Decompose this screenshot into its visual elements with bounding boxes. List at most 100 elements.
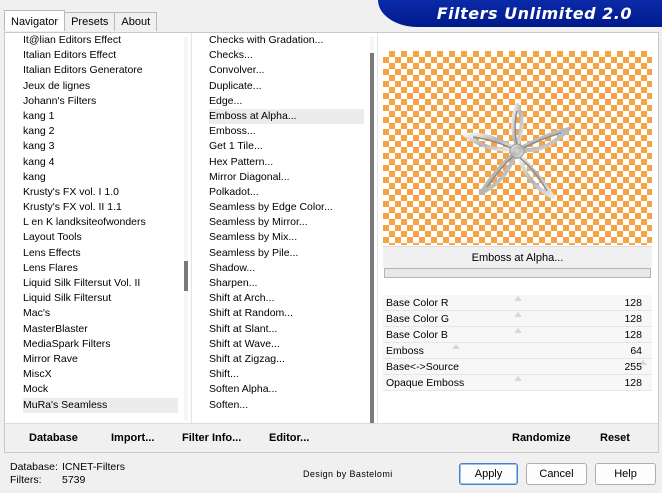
filter-scrollbar[interactable]	[370, 37, 374, 423]
filter-item[interactable]: Seamless by Pile...	[209, 246, 364, 261]
filter-item[interactable]: Edge...	[209, 94, 364, 109]
category-item[interactable]: MasterBlaster	[23, 322, 178, 337]
filter-item[interactable]: Checks with Gradation...	[209, 33, 364, 48]
filters-label: Filters:	[10, 474, 42, 486]
tab-presets[interactable]: Presets	[64, 12, 116, 31]
category-item[interactable]: Lens Effects	[23, 246, 178, 261]
filter-info-button[interactable]: Filter Info...	[182, 432, 241, 444]
filter-item[interactable]: Convolver...	[209, 63, 364, 78]
category-item[interactable]: L en K landksiteofwonders	[23, 215, 178, 230]
category-item[interactable]: Krusty's FX vol. I 1.0	[23, 185, 178, 200]
filter-item[interactable]: Soften...	[209, 398, 364, 413]
filter-item[interactable]: Seamless by Mirror...	[209, 215, 364, 230]
category-item[interactable]: Liquid Silk Filtersut	[23, 291, 178, 306]
parameter-value: 64	[630, 345, 642, 357]
list-divider-2	[377, 33, 378, 423]
reset-button[interactable]: Reset	[600, 432, 630, 444]
status-info: Database: ICNET-Filters Filters: 5739	[10, 461, 125, 487]
category-item[interactable]: kang 1	[23, 109, 178, 124]
slider-marker-icon[interactable]	[451, 344, 460, 349]
import-button[interactable]: Import...	[111, 432, 154, 444]
editor-button[interactable]: Editor...	[269, 432, 309, 444]
bottom-toolbar: Database Import... Filter Info... Editor…	[5, 423, 658, 452]
filter-item[interactable]: Seamless by Mix...	[209, 230, 364, 245]
randomize-button[interactable]: Randomize	[512, 432, 571, 444]
parameter-row[interactable]: Base<->Source 255	[383, 359, 652, 375]
category-item[interactable]: Mock	[23, 382, 178, 397]
category-item[interactable]: MediaSpark Filters	[23, 337, 178, 352]
filter-item[interactable]: Shadow...	[209, 261, 364, 276]
filters-count: 5739	[62, 474, 86, 486]
category-item[interactable]: Italian Editors Effect	[23, 48, 178, 63]
filter-item[interactable]: Shift at Arch...	[209, 291, 364, 306]
filter-item[interactable]: Emboss...	[209, 124, 364, 139]
category-item[interactable]: It@lian Editors Effect	[23, 33, 178, 48]
parameter-label: Base Color G	[386, 313, 450, 325]
tab-navigator[interactable]: Navigator	[4, 10, 66, 31]
category-list[interactable]: It@lian Editors Effect Italian Editors Ef…	[23, 33, 178, 421]
filter-item[interactable]: Shift at Wave...	[209, 337, 364, 352]
category-item[interactable]: kang 3	[23, 139, 178, 154]
filter-item[interactable]: Get 1 Tile...	[209, 139, 364, 154]
database-button[interactable]: Database	[29, 432, 78, 444]
category-item[interactable]: Italian Editors Generatore	[23, 63, 178, 78]
tab-about[interactable]: About	[114, 12, 158, 31]
category-item[interactable]: Liquid Silk Filtersut Vol. II	[23, 276, 178, 291]
category-item[interactable]: Jeux de lignes	[23, 79, 178, 94]
slider-marker-icon[interactable]	[514, 312, 522, 317]
category-item[interactable]: kang	[23, 170, 178, 185]
slider-marker-icon[interactable]	[514, 328, 522, 333]
slider-marker-icon[interactable]	[514, 296, 522, 301]
parameter-value: 128	[624, 297, 642, 309]
filter-item[interactable]: Polkadot...	[209, 185, 364, 200]
category-item[interactable]: MiscX	[23, 367, 178, 382]
filter-item[interactable]: Checks...	[209, 48, 364, 63]
parameter-label: Opaque Emboss	[386, 377, 465, 389]
cancel-button[interactable]: Cancel	[526, 463, 587, 485]
category-item[interactable]: Layout Tools	[23, 230, 178, 245]
help-button[interactable]: Help	[595, 463, 656, 485]
filter-item[interactable]: Shift at Zigzag...	[209, 352, 364, 367]
parameter-list: Base Color R 128 Base Color G 128 Base Color…	[383, 295, 652, 391]
category-scrollbar[interactable]	[184, 37, 188, 421]
apply-button[interactable]: Apply	[459, 463, 518, 485]
banner-title: Filters Unlimited 2.0	[436, 4, 632, 23]
category-scroll-thumb[interactable]	[184, 261, 188, 291]
parameter-label: Emboss	[386, 345, 424, 357]
category-item[interactable]: kang 2	[23, 124, 178, 139]
filter-item[interactable]: Duplicate...	[209, 79, 364, 94]
filter-item[interactable]: Hex Pattern...	[209, 155, 364, 170]
database-value: ICNET-Filters	[62, 461, 125, 473]
filter-item[interactable]: Sharpen...	[209, 276, 364, 291]
parameter-row[interactable]: Base Color B 128	[383, 327, 652, 343]
parameter-value: 255	[624, 361, 642, 373]
navigator-panel: It@lian Editors Effect Italian Editors Ef…	[4, 32, 659, 453]
ornament-icon	[463, 103, 571, 199]
filter-item[interactable]: Emboss at Alpha...	[209, 108, 364, 125]
category-item[interactable]: Mirror Rave	[23, 352, 178, 367]
filter-item[interactable]: Shift at Random...	[209, 306, 364, 321]
parameter-row[interactable]: Base Color R 128	[383, 295, 652, 311]
parameter-row[interactable]: Base Color G 128	[383, 311, 652, 327]
filter-list[interactable]: Checks with Gradation... Checks... Convolv…	[209, 33, 364, 421]
list-divider	[191, 33, 192, 423]
filter-item[interactable]: Soften Alpha...	[209, 382, 364, 397]
progress-bar	[384, 268, 651, 278]
category-item[interactable]: Mac's	[23, 306, 178, 321]
parameter-row[interactable]: Emboss 64	[383, 343, 652, 359]
filter-scroll-thumb[interactable]	[370, 53, 374, 423]
category-item[interactable]: MuRa's Seamless	[23, 397, 178, 413]
category-item[interactable]: kang 4	[23, 155, 178, 170]
filter-item[interactable]: Seamless by Edge Color...	[209, 200, 364, 215]
parameter-label: Base Color R	[386, 297, 449, 309]
filter-item[interactable]: Shift at Slant...	[209, 322, 364, 337]
parameter-label: Base<->Source	[386, 361, 459, 373]
filter-item[interactable]: Shift...	[209, 367, 364, 382]
parameter-row[interactable]: Opaque Emboss 128	[383, 375, 652, 391]
parameter-value: 128	[624, 377, 642, 389]
category-item[interactable]: Lens Flares	[23, 261, 178, 276]
category-item[interactable]: Johann's Filters	[23, 94, 178, 109]
filter-item[interactable]: Mirror Diagonal...	[209, 170, 364, 185]
category-item[interactable]: Krusty's FX vol. II 1.1	[23, 200, 178, 215]
slider-marker-icon[interactable]	[514, 376, 522, 381]
